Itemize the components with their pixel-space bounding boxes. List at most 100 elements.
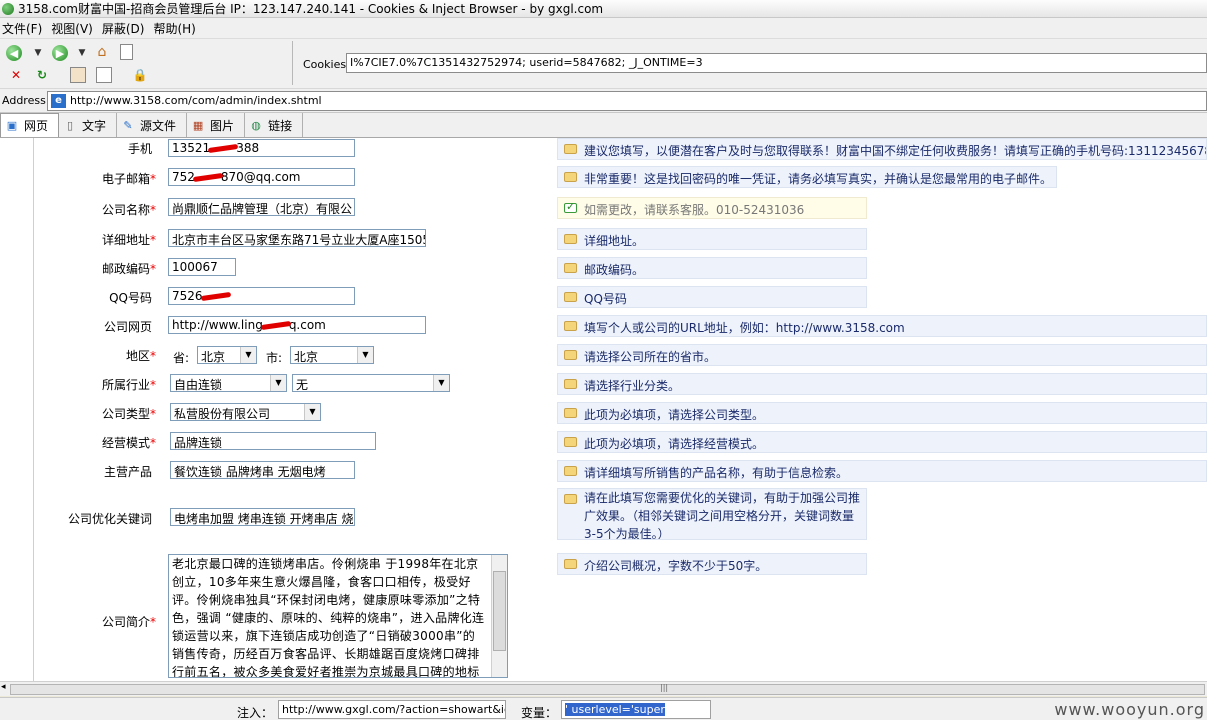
email-tip: 非常重要！这是找回密码的唯一凭证，请务必填写真实，并确认是您最常用的电子邮件。 <box>557 166 1057 188</box>
postcode-input[interactable]: 100067 <box>168 258 236 276</box>
image-icon: ▦ <box>192 118 204 132</box>
menu-help[interactable]: 帮助(H) <box>151 20 202 37</box>
tip-icon <box>564 494 577 504</box>
qq-input[interactable]: 7526 <box>168 287 355 305</box>
tab-web-label: 网页 <box>24 119 49 133</box>
tab-images[interactable]: ▦ 图片 <box>187 113 246 137</box>
industry-select[interactable]: 自由连锁 ▼ <box>170 374 287 392</box>
forward-icon[interactable]: ▶ <box>52 45 68 61</box>
horizontal-scroll-thumb[interactable] <box>10 684 1205 695</box>
province-label: 省: <box>173 351 190 365</box>
menu-view[interactable]: 视图(V) <box>49 20 100 37</box>
keywords-tip: 请在此填写您需要优化的关键词，有助于加强公司推广效果。（相邻关键词之间用空格分开… <box>557 488 867 540</box>
scrollbar-thumb[interactable] <box>493 571 506 651</box>
products-label: 主营产品 <box>103 465 152 479</box>
web-page-icon: ▣ <box>6 119 18 132</box>
tip-icon <box>564 234 577 244</box>
tab-source-label: 源文件 <box>140 118 177 133</box>
tab-links-label: 链接 <box>268 118 293 133</box>
window-title: 3158.com财富中国-招商会员管理后台 IP：123.147.240.141… <box>18 2 604 16</box>
postcode-tip: 邮政编码。 <box>557 257 867 279</box>
tab-text[interactable]: ▯ 文字 <box>59 113 118 137</box>
tab-source[interactable]: ✎ 源文件 <box>117 113 188 137</box>
cookies-label: Cookies: <box>303 58 350 71</box>
tip-icon <box>564 263 577 273</box>
page-content: 手机 13521 388 建议您填写，以便潜在客户及时与您取得联系！财富中国不绑定… <box>0 138 1207 681</box>
city-select[interactable]: 北京 ▼ <box>290 346 374 364</box>
tip-icon <box>564 466 577 476</box>
forward-dropdown-icon[interactable]: ▼ <box>74 45 90 61</box>
business-model-input[interactable]: 品牌连锁 <box>170 432 376 450</box>
address-bar: Address: e http://www.3158.com/com/admin… <box>0 88 1207 112</box>
toolbar: ◀ ▼ ▶ ▼ ⌂ ✕ ↻ 🔒 Cookies: I%7CIE7.0%7C135… <box>0 38 1207 88</box>
chevron-down-icon: ▼ <box>433 375 449 391</box>
company-type-label: 公司类型* <box>101 407 156 421</box>
content-border <box>33 138 34 681</box>
email-input[interactable]: 752 870@qq.com <box>168 168 355 186</box>
redaction-mark <box>192 172 224 183</box>
cookies-input[interactable]: I%7CIE7.0%7C1351432752974; userid=584768… <box>346 53 1207 73</box>
company-input[interactable]: 尚鼎顺仁品牌管理（北京）有限公 <box>168 198 355 216</box>
address-tip: 详细地址。 <box>557 228 867 250</box>
tab-links[interactable]: ◍ 链接 <box>245 113 304 137</box>
status-bar: 注入： http://www.gxgl.com/?action=showart&… <box>0 697 1207 720</box>
email-label: 电子邮箱* <box>101 172 156 186</box>
edit-page-icon[interactable] <box>70 67 86 83</box>
website-input[interactable]: http://www.ling q.com <box>168 316 426 334</box>
address-input[interactable]: e http://www.3158.com/com/admin/index.sh… <box>47 91 1207 111</box>
products-input[interactable]: 餐饮连锁 品牌烤串 无烟电烤 <box>170 461 355 479</box>
chevron-down-icon: ▼ <box>357 347 373 363</box>
phone-input[interactable]: 13521 388 <box>168 139 355 157</box>
redaction-mark <box>260 320 292 331</box>
intro-label: 公司简介* <box>101 615 156 629</box>
chevron-down-icon: ▼ <box>270 375 286 391</box>
intro-textarea[interactable]: 老北京最口碑的连锁烤串店。伶俐烧串 于1998年在北京创立，10多年来生意火爆昌… <box>168 554 508 678</box>
address-label: Address: <box>2 94 50 107</box>
tip-icon <box>564 408 577 418</box>
address-field-input[interactable]: 北京市丰台区马家堡东路71号立业大厦A座1505 <box>168 229 426 247</box>
variable-input[interactable]: ' userlevel='super <box>561 700 711 719</box>
qq-label: QQ号码 <box>109 291 152 305</box>
industry-label: 所属行业* <box>101 378 156 392</box>
lock-icon[interactable]: 🔒 <box>132 67 148 83</box>
website-label: 公司网页 <box>103 320 152 334</box>
copy-icon[interactable] <box>96 67 112 83</box>
tip-icon <box>564 350 577 360</box>
inject-label: 注入： <box>237 706 274 720</box>
website-tip: 填写个人或公司的URL地址，例如：http://www.3158.com <box>557 315 1207 337</box>
globe-link-icon: ◍ <box>251 118 261 132</box>
back-icon[interactable]: ◀ <box>6 45 22 61</box>
postcode-label: 邮政编码* <box>101 262 156 276</box>
region-tip: 请选择公司所在的省市。 <box>557 344 1207 366</box>
menu-file[interactable]: 文件(F) <box>0 20 49 37</box>
variable-label: 变量： <box>521 706 558 720</box>
tab-images-label: 图片 <box>210 118 235 133</box>
address-label-field: 详细地址* <box>101 233 156 247</box>
province-select[interactable]: 北京 ▼ <box>197 346 257 364</box>
stop-icon[interactable]: ✕ <box>8 67 24 83</box>
new-page-icon[interactable] <box>120 44 133 60</box>
menu-block[interactable]: 屏蔽(D) <box>100 20 152 37</box>
keywords-label: 公司优化关键词 <box>67 512 152 526</box>
company-type-select[interactable]: 私营股份有限公司 ▼ <box>170 403 321 421</box>
industry-tip: 请选择行业分类。 <box>557 373 1207 395</box>
textarea-scrollbar[interactable] <box>491 555 507 677</box>
sub-industry-select[interactable]: 无 ▼ <box>292 374 450 392</box>
home-icon[interactable]: ⌂ <box>94 44 110 60</box>
inject-input[interactable]: http://www.gxgl.com/?action=showart&id=1… <box>278 700 506 719</box>
chevron-down-icon: ▼ <box>304 404 320 420</box>
phone-tip: 建议您填写，以便潜在客户及时与您取得联系！财富中国不绑定任何收费服务！请填写正确… <box>557 138 1207 160</box>
refresh-icon[interactable]: ↻ <box>34 67 50 83</box>
keywords-input[interactable]: 电烤串加盟 烤串连锁 开烤串店 烧 <box>170 508 355 526</box>
tab-text-label: 文字 <box>82 118 107 133</box>
grip-icon: ||| <box>660 683 669 692</box>
browser-page-icon: e <box>51 94 66 108</box>
address-url: http://www.3158.com/com/admin/index.shtm… <box>70 94 322 107</box>
horizontal-scrollbar[interactable]: ◂ ||| <box>0 681 1207 696</box>
region-label: 地区* <box>125 349 156 363</box>
tip-icon <box>564 321 577 331</box>
company-tip: 如需更改，请联系客服。010-52431036 <box>557 197 867 219</box>
tab-web[interactable]: ▣ 网页 <box>0 113 60 137</box>
back-dropdown-icon[interactable]: ▼ <box>30 45 46 61</box>
scroll-left-icon[interactable]: ◂ <box>1 682 6 692</box>
